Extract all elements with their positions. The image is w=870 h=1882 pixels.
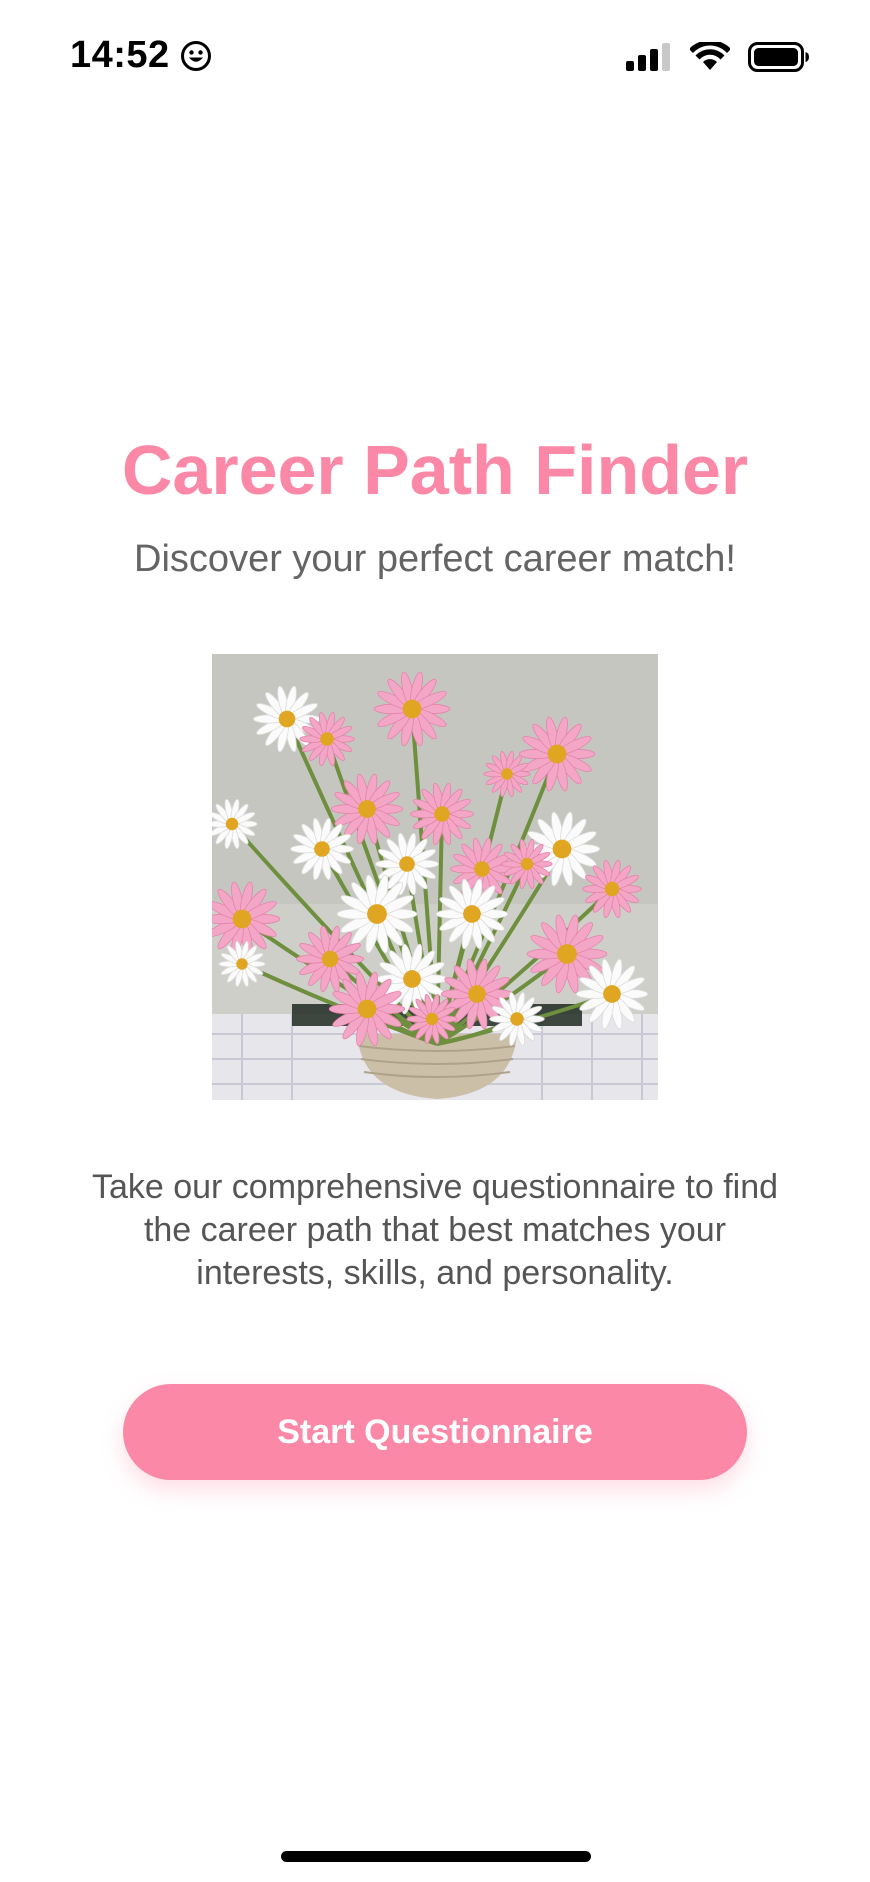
status-time-group: 14:52 [70, 34, 212, 77]
status-time: 14:52 [70, 34, 170, 76]
status-bar: 14:52 [0, 0, 870, 116]
page-description: Take our comprehensive questionnaire to … [91, 1168, 779, 1292]
page-subtitle: Discover your perfect career match! [134, 538, 736, 580]
smiley-icon [180, 40, 211, 71]
battery-icon [748, 42, 809, 72]
cellular-signal-icon [626, 43, 670, 71]
home-indicator [281, 1851, 591, 1862]
start-questionnaire-button[interactable]: Start Questionnaire [123, 1384, 747, 1480]
wifi-icon [690, 42, 730, 70]
status-indicators [626, 42, 810, 72]
page-title: Career Path Finder [121, 431, 749, 509]
daisy-bouquet-illustration [212, 654, 658, 1100]
hero-image [212, 654, 658, 1100]
